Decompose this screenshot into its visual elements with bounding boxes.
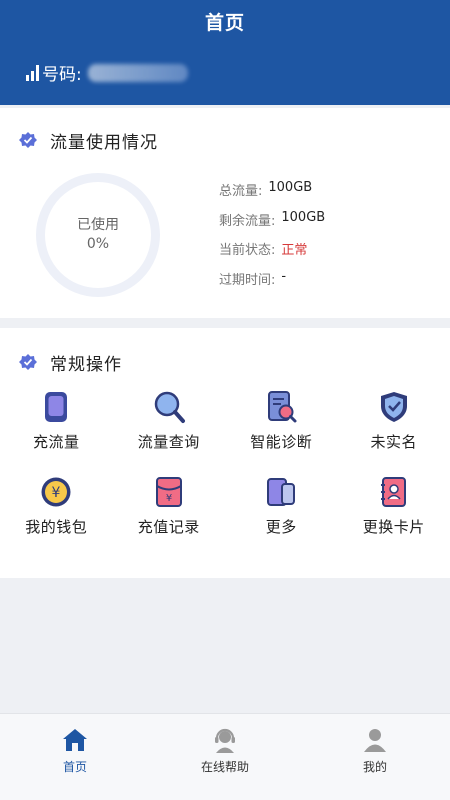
- svg-text:¥: ¥: [166, 493, 172, 504]
- op-label: 智能诊断: [250, 433, 313, 451]
- op-recharge-data[interactable]: 充流量: [0, 390, 113, 452]
- stat-status: 当前状态: 正常: [219, 239, 325, 269]
- tab-label: 在线帮助: [200, 760, 249, 774]
- usage-card: 流量使用情况 已使用 0% 总流量: 100GB 剩余流量: 100GB 当前状…: [0, 108, 450, 318]
- operations-title-text: 常规操作: [50, 355, 122, 375]
- tab-label: 我的: [362, 760, 387, 774]
- usage-title-text: 流量使用情况: [50, 133, 158, 153]
- op-label: 更换卡片: [362, 518, 425, 536]
- status-value: 正常: [281, 243, 308, 258]
- stat-value: 100GB: [268, 180, 313, 195]
- ring-percent: 0%: [86, 236, 110, 252]
- stat-expiry: 过期时间: -: [219, 269, 325, 299]
- shield-check-icon: [380, 392, 407, 422]
- op-smart-diagnosis[interactable]: 智能诊断: [225, 390, 338, 452]
- verified-badge-icon: [19, 353, 37, 370]
- operations-section-title: 常规操作: [18, 350, 122, 375]
- op-data-query[interactable]: 流量查询: [113, 390, 226, 452]
- support-agent-icon: [215, 728, 235, 753]
- app-header: 首页 号码:: [0, 0, 450, 105]
- op-recharge-history[interactable]: ¥ 充值记录: [113, 475, 226, 537]
- op-unverified[interactable]: 未实名: [338, 390, 450, 452]
- cards-icon: [267, 478, 296, 506]
- diagnosis-icon: [268, 391, 297, 423]
- op-label: 更多: [265, 518, 297, 536]
- magnifier-icon: [154, 391, 185, 423]
- op-label: 未实名: [370, 433, 417, 451]
- op-wallet[interactable]: ¥ 我的钱包: [0, 475, 113, 537]
- usage-section-title: 流量使用情况: [18, 128, 158, 153]
- tab-mine[interactable]: 我的: [300, 714, 450, 800]
- tab-home[interactable]: 首页: [0, 714, 150, 800]
- user-icon: [364, 729, 386, 752]
- phone-number-row: 号码:: [26, 60, 188, 85]
- stat-total: 总流量: 100GB: [219, 180, 325, 210]
- yuan-coin-icon: ¥: [41, 477, 71, 507]
- verified-badge-icon: [19, 131, 37, 148]
- stat-value: -: [281, 268, 287, 284]
- bottom-tab-bar: 首页 在线帮助 我的: [0, 713, 450, 800]
- signal-icon: [26, 64, 39, 81]
- stat-value: 100GB: [281, 209, 326, 225]
- operations-card: 常规操作 充流量 流量查询 智能诊断 未实名 ¥ 我的钱包 ¥ 充值记录 更多 …: [0, 328, 450, 578]
- phone-number-masked: [87, 63, 188, 82]
- svg-text:¥: ¥: [52, 485, 61, 501]
- stat-remaining: 剩余流量: 100GB: [219, 210, 325, 240]
- operations-grid: 充流量 流量查询 智能诊断 未实名 ¥ 我的钱包 ¥ 充值记录 更多 更换卡片: [0, 390, 450, 537]
- page-title: 首页: [204, 12, 245, 34]
- op-label: 充值记录: [137, 518, 200, 536]
- contact-book-icon: [380, 477, 406, 507]
- op-label: 我的钱包: [25, 518, 88, 536]
- red-envelope-icon: ¥: [155, 477, 182, 507]
- ring-label: 已使用: [77, 217, 119, 233]
- home-icon: [63, 729, 87, 751]
- op-more[interactable]: 更多: [225, 475, 338, 537]
- op-label: 充流量: [32, 433, 80, 451]
- op-label: 流量查询: [137, 433, 200, 451]
- phone-label: 号码:: [42, 65, 82, 85]
- tab-online-help[interactable]: 在线帮助: [150, 714, 300, 800]
- op-change-card[interactable]: 更换卡片: [338, 475, 450, 537]
- stat-label: 剩余流量:: [219, 213, 276, 229]
- stat-label: 总流量:: [219, 184, 263, 199]
- tablet-icon: [45, 392, 68, 422]
- tab-label: 首页: [62, 760, 87, 774]
- stat-label: 过期时间:: [219, 272, 276, 288]
- usage-ring: 已使用 0%: [36, 173, 160, 297]
- stat-label: 当前状态:: [219, 243, 276, 258]
- usage-stats: 总流量: 100GB 剩余流量: 100GB 当前状态: 正常 过期时间: -: [219, 180, 325, 298]
